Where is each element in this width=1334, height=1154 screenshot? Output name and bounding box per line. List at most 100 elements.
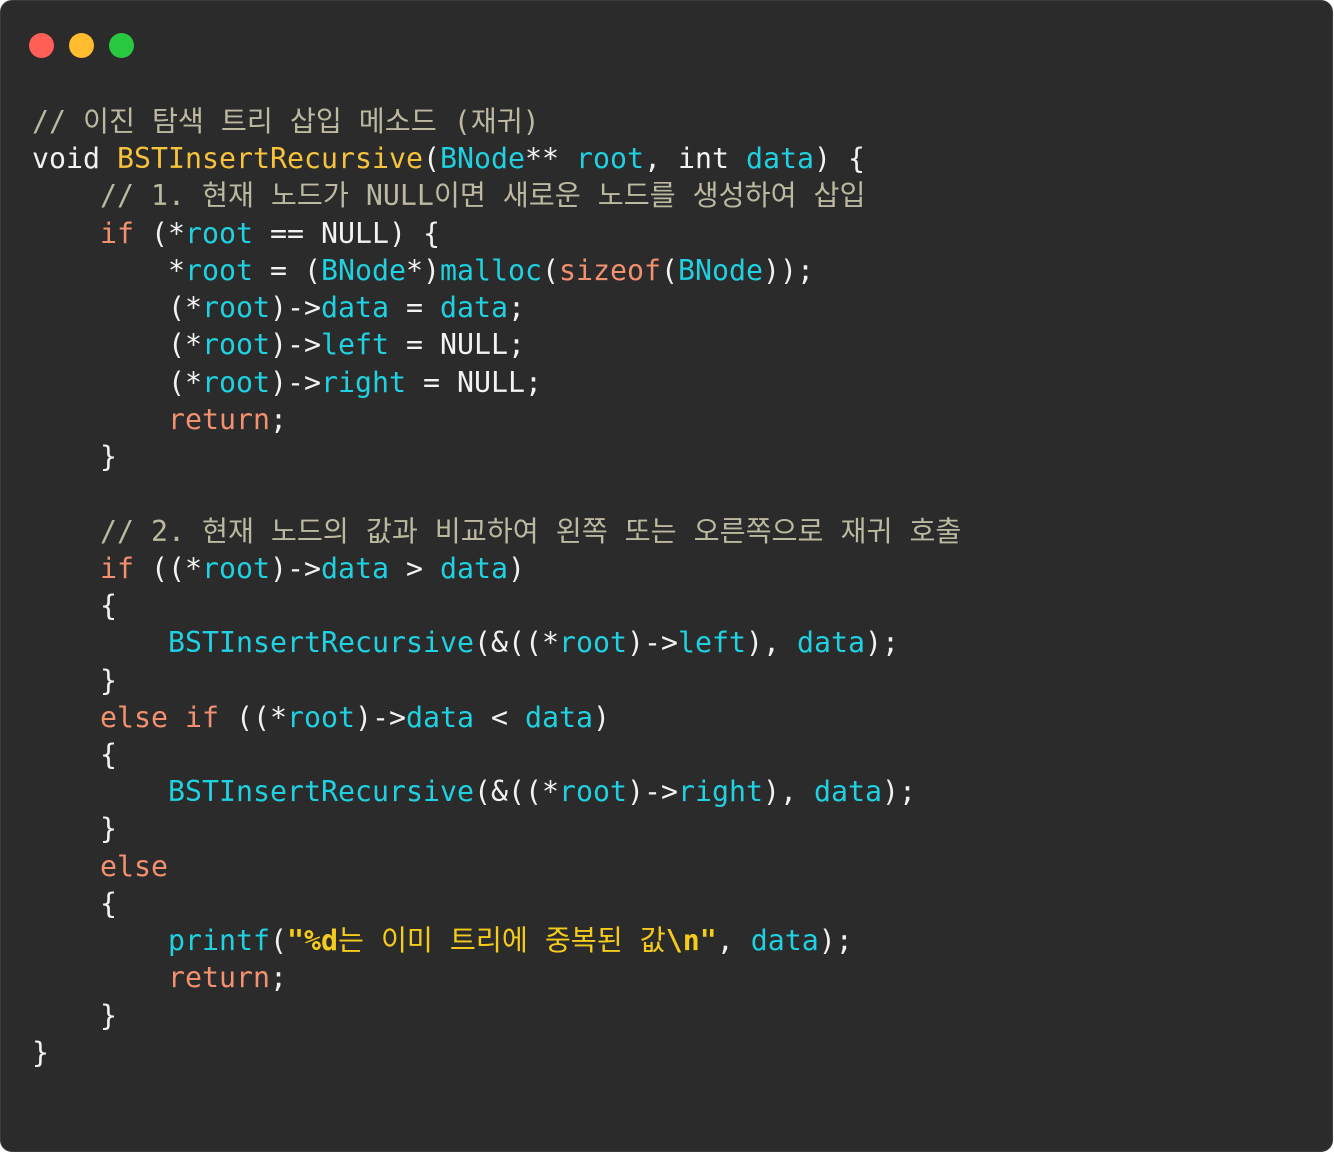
identifier-token: data xyxy=(440,551,508,585)
plain-token: = NULL; xyxy=(389,328,525,362)
plain-token: { xyxy=(32,737,117,771)
code-line: if (*root == NULL) { xyxy=(32,215,961,252)
plain-token: ; xyxy=(508,291,525,325)
plain-token: ; xyxy=(269,961,287,995)
keyword-token: if xyxy=(32,216,134,250)
code-line: } xyxy=(32,810,961,847)
identifier-token: root xyxy=(185,253,253,287)
plain-token: ) xyxy=(508,551,525,585)
plain-token: )-> xyxy=(626,775,678,809)
plain-token: )); xyxy=(763,253,814,287)
code-editor[interactable]: // 이진 탐색 트리 삽입 메소드 (재귀) void BSTInsertRec… xyxy=(32,103,961,1071)
plain-token: } xyxy=(32,440,117,474)
identifier-token: root xyxy=(185,216,253,250)
code-line: if ((*root)->data > data) xyxy=(32,550,961,587)
plain-token: = xyxy=(389,291,440,325)
code-line: // 이진 탐색 트리 삽입 메소드 (재귀) xyxy=(32,103,961,140)
plain-token: } xyxy=(32,812,117,846)
code-line: return; xyxy=(32,401,961,438)
keyword-token: else if xyxy=(32,700,219,734)
code-line: (*root)->data = data; xyxy=(32,289,961,326)
code-line: // 1. 현재 노드가 NULL이면 새로운 노드를 생성하여 삽입 xyxy=(32,177,961,214)
identifier-token: root xyxy=(286,700,355,734)
plain-token: ( xyxy=(422,142,440,176)
plain-token: )-> xyxy=(270,365,321,399)
plain-token: (* xyxy=(32,365,202,399)
plain-token: )-> xyxy=(270,291,321,325)
zoom-button[interactable] xyxy=(109,33,134,58)
plain-token: ), xyxy=(745,626,797,660)
plain-token: ( xyxy=(661,253,678,287)
identifier-token: data xyxy=(321,291,389,325)
code-line: { xyxy=(32,587,961,624)
minimize-button[interactable] xyxy=(69,33,94,58)
plain-token: > xyxy=(389,551,440,585)
code-line: } xyxy=(32,997,961,1034)
title-bar xyxy=(1,1,1332,81)
plain-token: ); xyxy=(864,626,899,660)
string-token: 는 이미 트리에 중복된 값 xyxy=(337,924,666,958)
identifier-token: malloc xyxy=(440,253,542,287)
plain-token: ) { xyxy=(813,142,865,176)
plain-token: , int xyxy=(643,142,746,176)
identifier-token: printf xyxy=(32,924,270,958)
identifier-token: data xyxy=(440,291,508,325)
keyword-token: return xyxy=(32,402,270,436)
code-line: { xyxy=(32,885,961,922)
close-button[interactable] xyxy=(29,33,54,58)
plain-token: ; xyxy=(269,402,287,436)
plain-token: ) xyxy=(592,700,610,734)
code-line: *root = (BNode*)malloc(sizeof(BNode)); xyxy=(32,252,961,289)
plain-token: (* xyxy=(32,291,202,325)
identifier-token: root xyxy=(202,551,270,585)
plain-token: )-> xyxy=(626,626,678,660)
identifier-token: root xyxy=(202,365,270,399)
comment-token: // 1. 현재 노드가 NULL이면 새로운 노드를 생성하여 삽입 xyxy=(32,179,866,213)
plain-token: { xyxy=(32,589,117,623)
plain-token: ** xyxy=(524,142,576,176)
plain-token: , xyxy=(716,924,751,958)
code-line: return; xyxy=(32,959,961,996)
plain-token: void xyxy=(32,142,117,176)
plain-token: < xyxy=(473,700,525,734)
code-line: else if ((*root)->data < data) xyxy=(32,699,961,736)
function-declaration-token: BSTInsertRecursive xyxy=(117,142,423,176)
identifier-token: root xyxy=(575,142,644,176)
plain-token: { xyxy=(32,886,117,920)
identifier-token: BNode xyxy=(321,253,406,287)
plain-token: )-> xyxy=(270,551,321,585)
plain-token: = ( xyxy=(253,253,321,287)
plain-token: ((* xyxy=(134,551,202,585)
identifier-token: root xyxy=(202,328,270,362)
code-line: } xyxy=(32,438,961,475)
plain-token: ); xyxy=(881,775,916,809)
code-line: } xyxy=(32,662,961,699)
code-line: { xyxy=(32,736,961,773)
identifier-token: data xyxy=(750,924,819,958)
code-line: else xyxy=(32,848,961,885)
code-line: printf("%d는 이미 트리에 중복된 값\n", data); xyxy=(32,922,961,959)
plain-token: * xyxy=(32,253,185,287)
identifier-token: root xyxy=(202,291,270,325)
identifier-token: data xyxy=(405,700,474,734)
plain-token: ((* xyxy=(218,700,287,734)
identifier-token: data xyxy=(745,142,814,176)
identifier-token: data xyxy=(321,551,389,585)
keyword-token: if xyxy=(32,551,134,585)
code-window: // 이진 탐색 트리 삽입 메소드 (재귀) void BSTInsertRec… xyxy=(0,0,1333,1152)
plain-token: (* xyxy=(32,328,202,362)
plain-token: = NULL; xyxy=(406,365,542,399)
code-line: BSTInsertRecursive(&((*root)->right), da… xyxy=(32,773,961,810)
identifier-token: BNode xyxy=(439,142,525,176)
plain-token: *) xyxy=(406,253,440,287)
identifier-token: BSTInsertRecursive xyxy=(32,775,474,809)
plain-token: ); xyxy=(818,924,853,958)
code-line: BSTInsertRecursive(&((*root)->left), dat… xyxy=(32,624,961,661)
keyword-token: sizeof xyxy=(559,253,661,287)
identifier-token: BSTInsertRecursive xyxy=(32,626,474,660)
keyword-token: return xyxy=(32,961,270,995)
plain-token: )-> xyxy=(354,700,406,734)
identifier-token: root xyxy=(558,775,627,809)
code-line: (*root)->right = NULL; xyxy=(32,364,961,401)
